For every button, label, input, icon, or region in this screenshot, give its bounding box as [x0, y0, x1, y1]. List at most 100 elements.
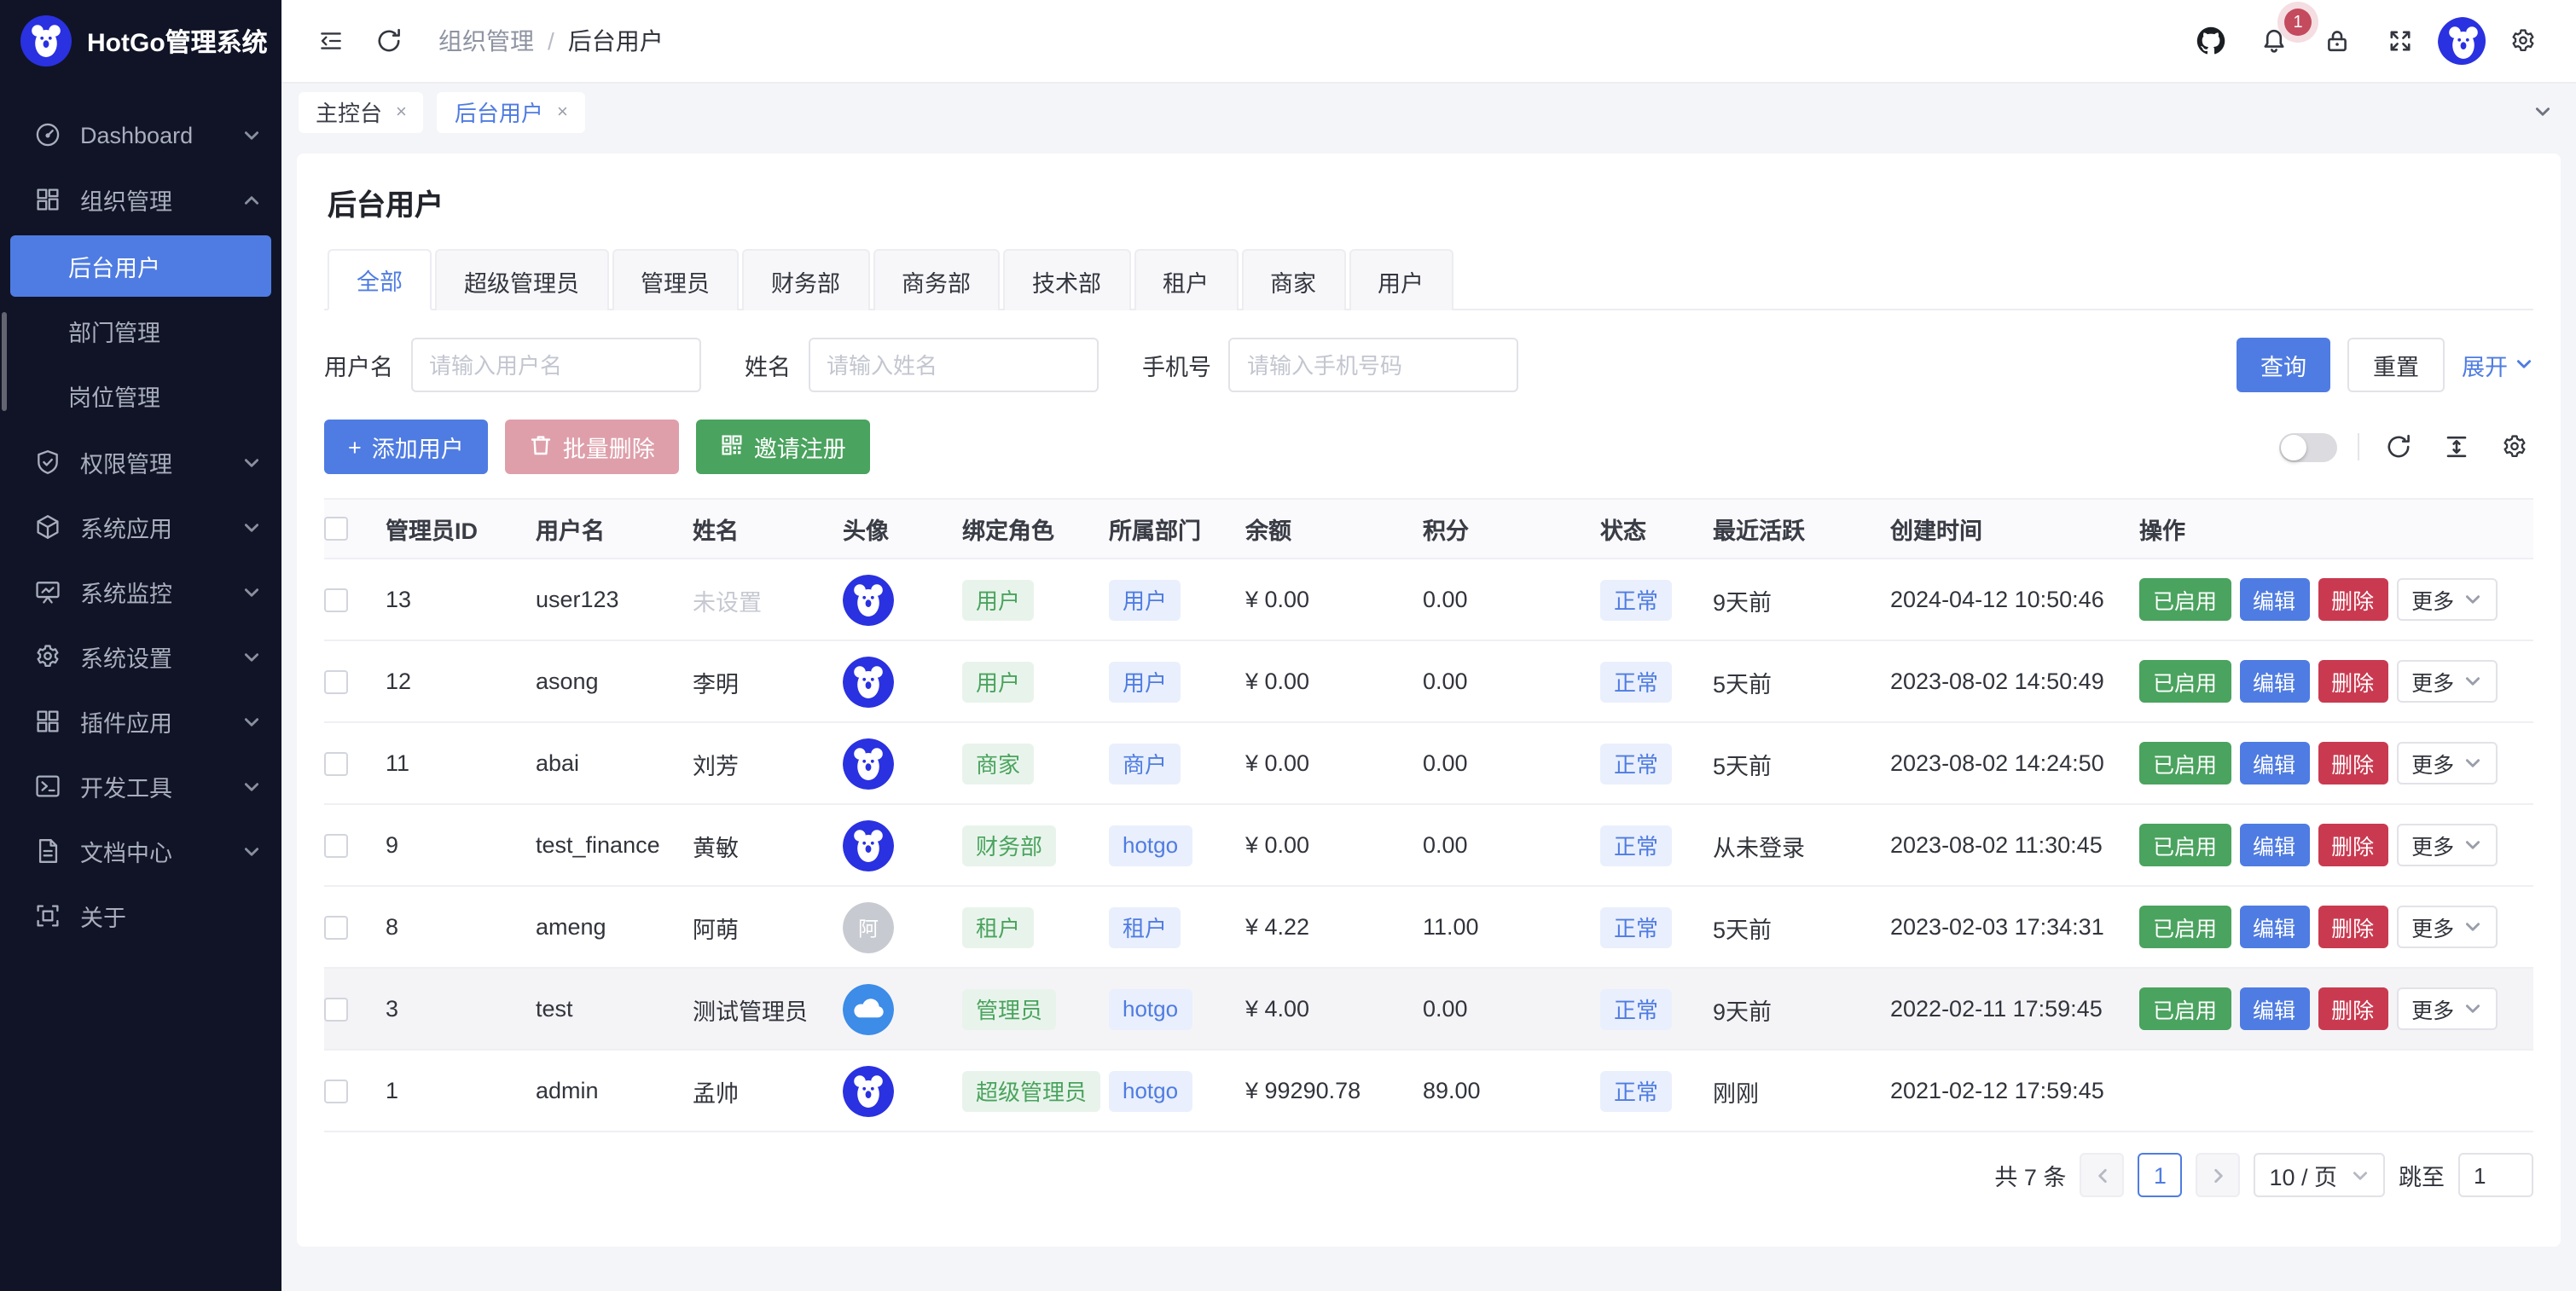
filter-tab-全部[interactable]: 全部	[328, 249, 432, 310]
enabled-button[interactable]: 已启用	[2139, 660, 2231, 703]
density-icon[interactable]	[2438, 428, 2475, 466]
filter-tab-租户[interactable]: 租户	[1134, 249, 1238, 310]
column-settings-icon[interactable]	[2496, 428, 2533, 466]
close-icon[interactable]: ×	[557, 101, 568, 122]
row-checkbox[interactable]	[324, 669, 348, 693]
edit-button[interactable]: 编辑	[2239, 578, 2309, 621]
sidebar-logo-row[interactable]: HotGo管理系统	[0, 0, 281, 82]
field-input[interactable]	[410, 338, 700, 392]
enabled-button[interactable]: 已启用	[2139, 578, 2231, 621]
filter-tab-技术部[interactable]: 技术部	[1003, 249, 1130, 310]
select-all-checkbox[interactable]	[324, 517, 348, 541]
sidebar-subitem-后台用户[interactable]: 后台用户	[10, 235, 271, 297]
sidebar-item-系统监控[interactable]: 系统监控	[0, 559, 281, 624]
sidebar-item-文档中心[interactable]: 文档中心	[0, 819, 281, 883]
sidebar-item-权限管理[interactable]: 权限管理	[0, 430, 281, 495]
page-size-select[interactable]: 10 / 页	[2254, 1153, 2385, 1197]
delete-button[interactable]: 删除	[2318, 742, 2387, 784]
batch-delete-button[interactable]: 批量删除	[505, 420, 679, 474]
cell-last-active: 5天前	[1713, 746, 1890, 780]
sidebar-item-dashboard[interactable]: Dashboard	[0, 102, 281, 167]
filter-tab-商务部[interactable]: 商务部	[873, 249, 1000, 310]
github-icon[interactable]	[2185, 15, 2237, 67]
jump-page-input[interactable]	[2458, 1153, 2533, 1197]
page-number-button[interactable]: 1	[2138, 1153, 2182, 1197]
field-input[interactable]	[808, 338, 1098, 392]
row-checkbox[interactable]	[324, 751, 348, 775]
user-avatar[interactable]	[843, 819, 894, 871]
next-page-button[interactable]	[2196, 1153, 2240, 1197]
refresh-icon[interactable]	[363, 15, 415, 67]
tabbar-collapse-chevron-icon[interactable]	[2527, 96, 2559, 128]
user-avatar[interactable]	[843, 983, 894, 1034]
delete-button[interactable]: 删除	[2318, 578, 2387, 621]
page-tab-label: 后台用户	[455, 96, 543, 128]
delete-button[interactable]: 删除	[2318, 660, 2387, 703]
table-border-toggle[interactable]	[2279, 432, 2337, 461]
more-button[interactable]: 更多	[2396, 660, 2497, 703]
query-button[interactable]: 查询	[2237, 338, 2330, 392]
reset-button[interactable]: 重置	[2347, 338, 2445, 392]
page-tab-后台用户[interactable]: 后台用户 ×	[438, 91, 585, 132]
field-input[interactable]	[1228, 338, 1518, 392]
page-tab-主控台[interactable]: 主控台×	[299, 91, 424, 132]
sidebar-item-组织管理[interactable]: 组织管理	[0, 167, 281, 232]
edit-button[interactable]: 编辑	[2239, 824, 2309, 866]
sidebar-item-插件应用[interactable]: 插件应用	[0, 689, 281, 754]
sidebar-subitem-岗位管理[interactable]: 岗位管理	[10, 365, 271, 426]
sidebar-subitem-部门管理[interactable]: 部门管理	[10, 300, 271, 362]
filter-tab-用户[interactable]: 用户	[1349, 249, 1453, 310]
user-avatar[interactable]	[843, 574, 894, 625]
user-avatar[interactable]	[843, 1065, 894, 1116]
filter-tab-财务部[interactable]: 财务部	[742, 249, 869, 310]
lock-icon[interactable]	[2312, 15, 2363, 67]
breadcrumb-parent[interactable]: 组织管理	[438, 24, 534, 58]
row-checkbox[interactable]	[324, 1079, 348, 1103]
settings-gear-icon[interactable]	[2498, 15, 2549, 67]
sidebar-item-系统设置[interactable]: 系统设置	[0, 624, 281, 689]
bell-icon[interactable]: 1	[2248, 15, 2300, 67]
more-button[interactable]: 更多	[2396, 906, 2497, 948]
row-checkbox[interactable]	[324, 997, 348, 1021]
enabled-button[interactable]: 已启用	[2139, 987, 2231, 1030]
delete-button[interactable]: 删除	[2318, 906, 2387, 948]
more-button[interactable]: 更多	[2396, 578, 2497, 621]
enabled-button[interactable]: 已启用	[2139, 906, 2231, 948]
edit-button[interactable]: 编辑	[2239, 906, 2309, 948]
user-avatar[interactable]: 阿	[843, 901, 894, 952]
filter-tab-超级管理员[interactable]: 超级管理员	[435, 249, 608, 310]
row-checkbox[interactable]	[324, 588, 348, 611]
filter-tab-管理员[interactable]: 管理员	[612, 249, 739, 310]
enabled-button[interactable]: 已启用	[2139, 824, 2231, 866]
fullscreen-icon[interactable]	[2375, 15, 2426, 67]
close-icon[interactable]: ×	[396, 101, 407, 122]
enabled-button[interactable]: 已启用	[2139, 742, 2231, 784]
delete-button[interactable]: 删除	[2318, 824, 2387, 866]
avatar[interactable]	[2438, 17, 2486, 65]
table-row: 8ameng阿萌阿租户租户¥ 4.2211.00正常5天前2023-02-03 …	[324, 887, 2533, 969]
row-checkbox[interactable]	[324, 833, 348, 857]
filter-tab-商家[interactable]: 商家	[1241, 249, 1345, 310]
edit-button[interactable]: 编辑	[2239, 742, 2309, 784]
expand-link[interactable]: 展开	[2462, 348, 2533, 382]
add-user-button[interactable]: + 添加用户	[324, 420, 488, 474]
sidebar-scrollbar[interactable]	[2, 312, 7, 411]
sidebar-item-开发工具[interactable]: 开发工具	[0, 754, 281, 819]
more-button[interactable]: 更多	[2396, 987, 2497, 1030]
prev-page-button[interactable]	[2080, 1153, 2124, 1197]
invite-register-button[interactable]: 邀请注册	[696, 420, 870, 474]
delete-button[interactable]: 删除	[2318, 987, 2387, 1030]
edit-button[interactable]: 编辑	[2239, 660, 2309, 703]
collapse-sidebar-icon[interactable]	[305, 15, 357, 67]
user-avatar[interactable]	[843, 738, 894, 789]
reload-icon[interactable]	[2380, 428, 2417, 466]
sidebar-item-系统应用[interactable]: 系统应用	[0, 495, 281, 559]
user-avatar[interactable]	[843, 656, 894, 707]
cell-created-at: 2023-08-02 14:24:50	[1890, 750, 2139, 776]
chevron-down-icon	[2463, 836, 2481, 854]
more-button[interactable]: 更多	[2396, 824, 2497, 866]
edit-button[interactable]: 编辑	[2239, 987, 2309, 1030]
more-button[interactable]: 更多	[2396, 742, 2497, 784]
sidebar-item-关于[interactable]: 关于	[0, 883, 281, 948]
row-checkbox[interactable]	[324, 915, 348, 939]
